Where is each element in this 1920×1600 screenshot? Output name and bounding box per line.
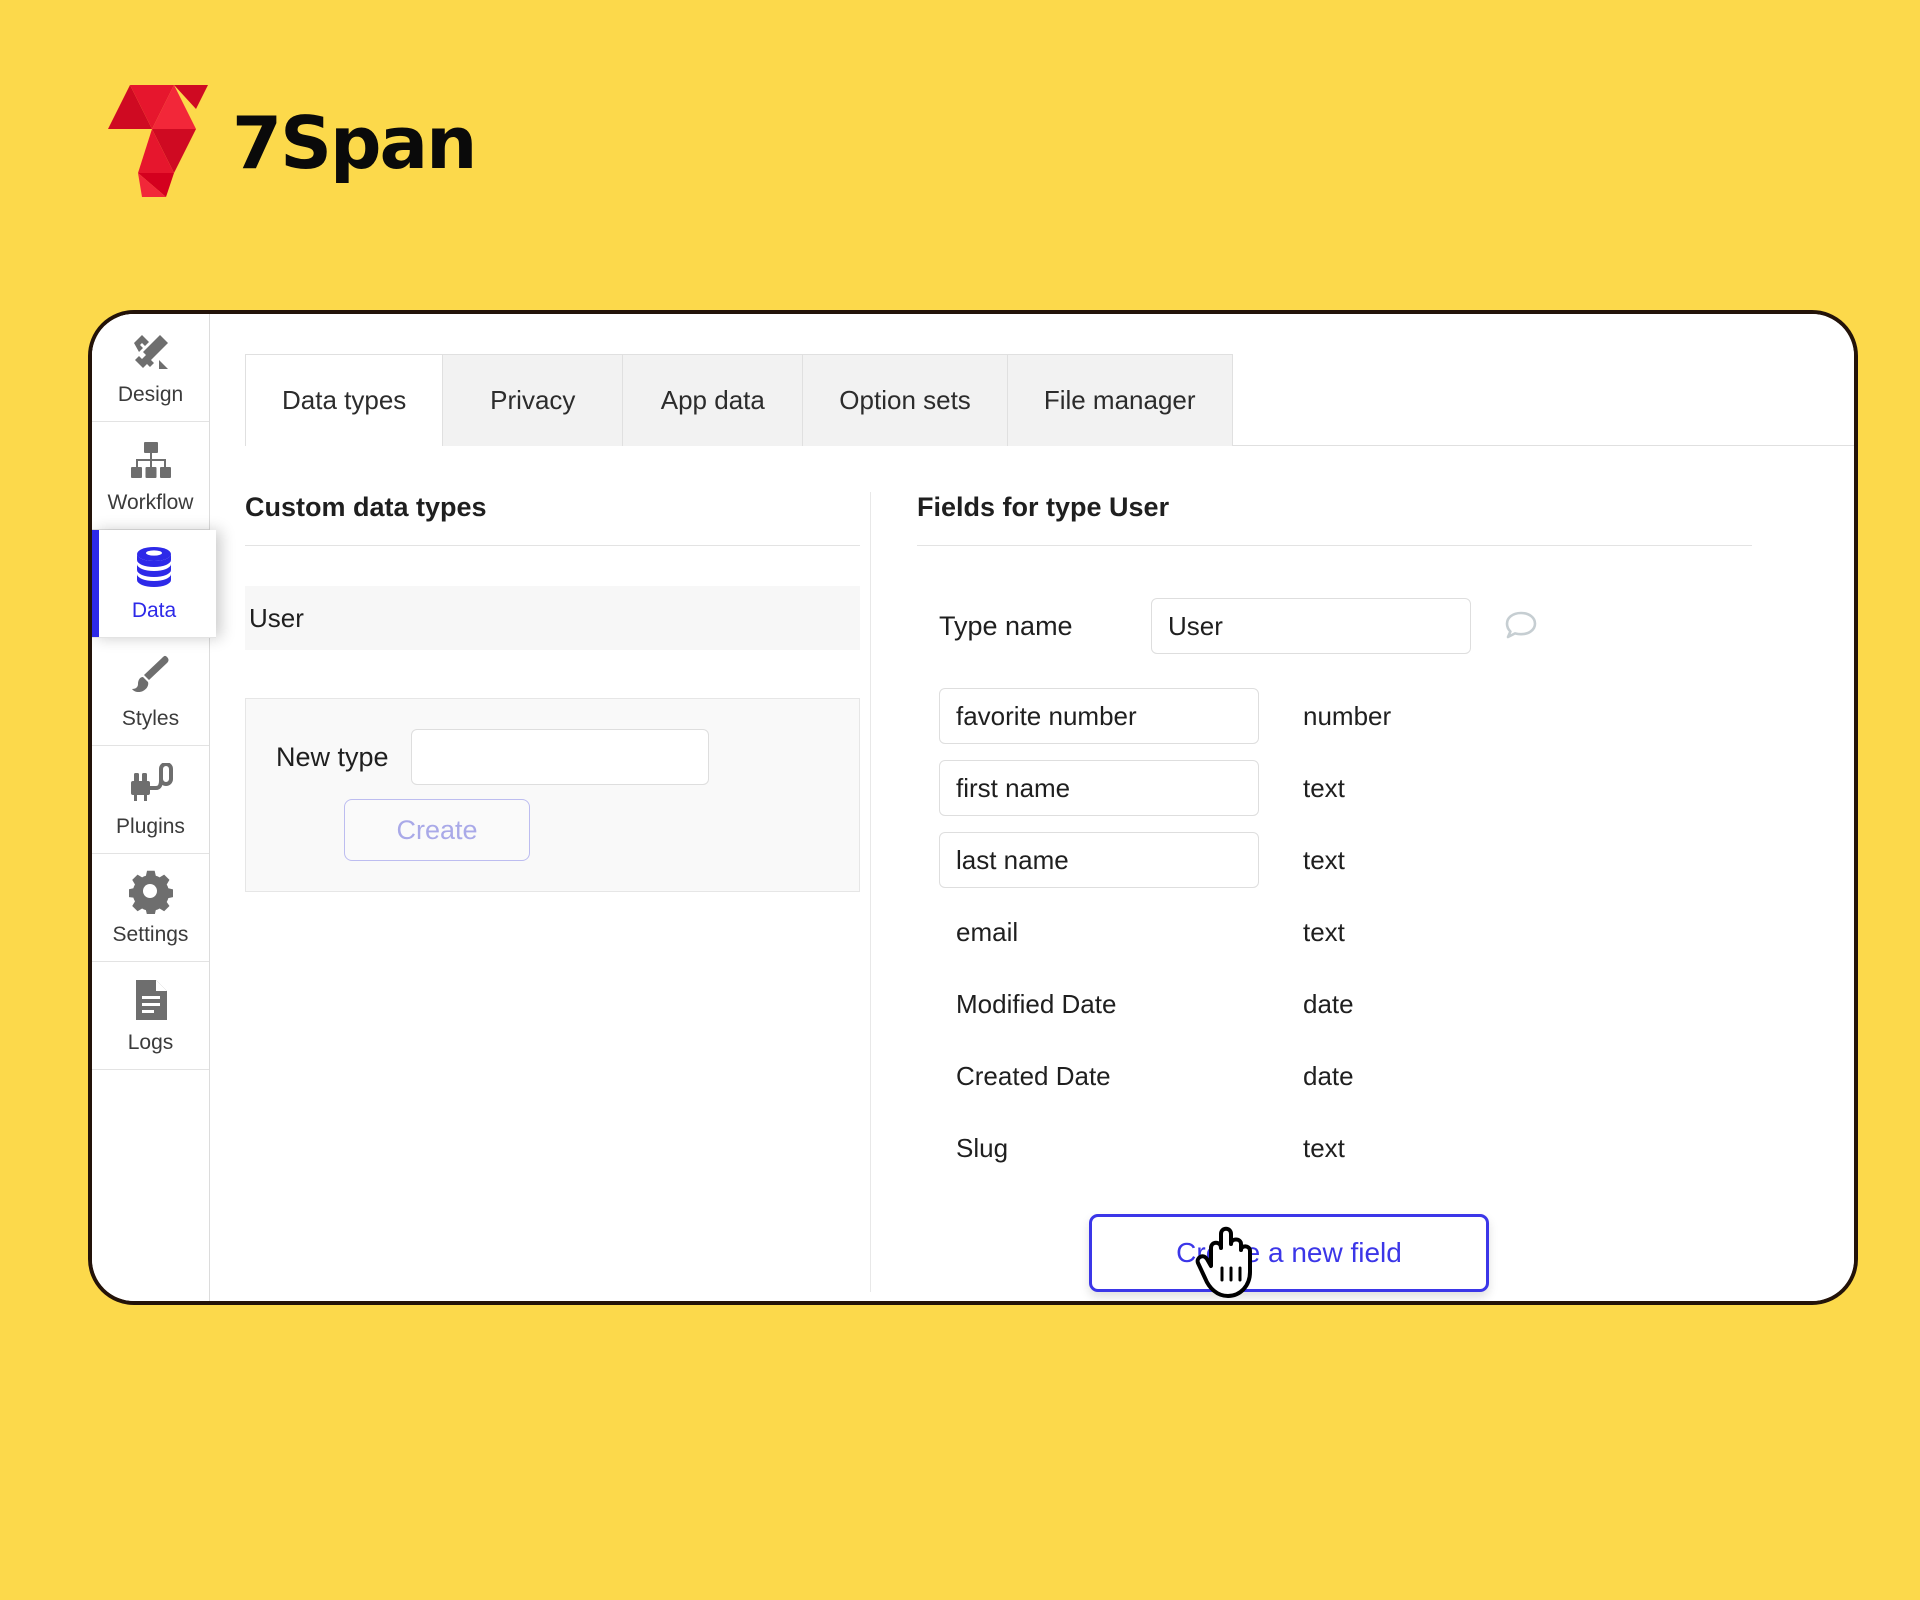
field-name-cell (939, 760, 1259, 816)
new-type-panel: New type Create (245, 698, 860, 892)
app-window: Design Workflow Data Styles Plugins Sett… (88, 310, 1858, 1305)
plug-icon (128, 761, 174, 807)
field-type-cell: text (1303, 916, 1345, 947)
field-name-cell: email (956, 916, 1019, 947)
type-name-input[interactable] (1151, 598, 1471, 654)
field-name-input[interactable] (939, 688, 1259, 744)
brand-name: 7Span (232, 101, 477, 185)
field-name-cell: Slug (956, 1132, 1009, 1163)
tab-data-types[interactable]: Data types (245, 354, 444, 447)
new-type-input[interactable] (410, 729, 709, 785)
field-type-cell: date (1303, 988, 1354, 1019)
sidebar-item-design[interactable]: Design (92, 314, 209, 422)
table-row: number (917, 680, 1814, 752)
fields-list: number text text (917, 680, 1814, 1184)
tab-bar: Data types Privacy App data Option sets … (245, 354, 1854, 447)
sidebar-item-label: Data (131, 598, 177, 622)
fields-pane-title: Fields for type User (917, 492, 1752, 546)
fields-pane: Fields for type User Type name User favo… (871, 492, 1854, 1292)
type-name-label: Type name (939, 610, 1073, 641)
sidebar-item-label: Logs (127, 1030, 174, 1054)
sidebar-item-plugins[interactable]: Plugins (92, 746, 209, 854)
table-row: Created Date date (917, 1040, 1814, 1112)
type-name-row: Type name (917, 598, 1814, 654)
table-row: email text (917, 896, 1814, 968)
list-item[interactable]: User (245, 586, 860, 650)
7span-logo-icon (108, 85, 208, 197)
custom-data-types-pane: Custom data types User New type Create (210, 492, 870, 1292)
field-name-input[interactable] (939, 832, 1259, 888)
database-icon (131, 545, 177, 591)
custom-data-types-title: Custom data types (245, 492, 860, 546)
main-content: Data types Privacy App data Option sets … (210, 314, 1854, 1301)
sidebar: Design Workflow Data Styles Plugins Sett… (92, 314, 216, 1301)
data-type-list: User (245, 586, 860, 650)
create-new-field-button[interactable]: Create a new field (1089, 1214, 1489, 1292)
table-row: Modified Date date (917, 968, 1814, 1040)
speech-bubble-icon[interactable] (1501, 606, 1541, 646)
sidebar-item-label: Styles (121, 706, 180, 730)
brand-header: 7Span (108, 85, 477, 197)
create-type-button[interactable]: Create (344, 799, 530, 861)
field-type-cell: date (1303, 1060, 1354, 1091)
workflow-hierarchy-icon (128, 437, 174, 483)
field-name-cell (939, 688, 1259, 744)
sidebar-item-logs[interactable]: Logs (92, 962, 209, 1070)
sidebar-item-data[interactable]: Data (92, 530, 216, 638)
new-type-row: New type (276, 729, 833, 785)
tab-label: File manager (1043, 385, 1196, 415)
sidebar-item-label: Plugins (116, 814, 185, 838)
tab-label: Data types (282, 385, 407, 415)
field-name-cell: Created Date (956, 1060, 1111, 1091)
field-type-cell: text (1303, 1132, 1345, 1163)
data-type-name: User (249, 602, 304, 633)
field-name-cell (939, 832, 1259, 888)
paintbrush-icon (128, 653, 174, 699)
tab-file-manager[interactable]: File manager (1007, 354, 1233, 446)
design-tools-icon (128, 329, 174, 375)
tab-option-sets[interactable]: Option sets (803, 354, 1008, 446)
sidebar-item-workflow[interactable]: Workflow (92, 422, 209, 530)
field-name-input[interactable] (939, 760, 1259, 816)
tab-app-data[interactable]: App data (623, 354, 804, 446)
tab-label: App data (660, 385, 765, 415)
sidebar-item-styles[interactable]: Styles (92, 638, 209, 746)
sidebar-item-label: Design (117, 382, 184, 406)
field-name-cell: Modified Date (956, 988, 1117, 1019)
create-field-row: Create a new field (917, 1214, 1814, 1292)
sidebar-item-settings[interactable]: Settings (92, 854, 209, 962)
table-row: text (917, 824, 1814, 896)
field-type-cell: text (1303, 844, 1345, 875)
tab-privacy[interactable]: Privacy (443, 354, 624, 446)
field-type-cell: text (1303, 772, 1345, 803)
sidebar-item-label: Settings (112, 922, 189, 946)
panes-container: Custom data types User New type Create F… (210, 446, 1854, 1292)
table-row: text (917, 752, 1814, 824)
field-type-cell: number (1303, 700, 1392, 731)
gear-icon (128, 869, 174, 915)
tab-label: Privacy (490, 385, 576, 415)
tab-label: Option sets (839, 385, 971, 415)
new-type-label: New type (276, 741, 389, 772)
document-icon (128, 977, 174, 1023)
table-row: Slug text (917, 1112, 1814, 1184)
sidebar-item-label: Workflow (107, 490, 194, 514)
